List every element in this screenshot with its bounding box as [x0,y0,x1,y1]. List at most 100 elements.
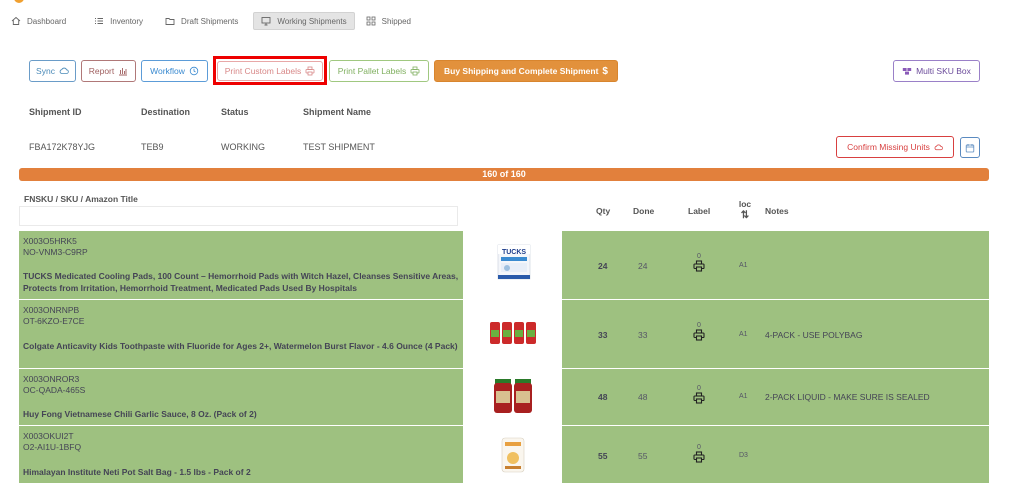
product-cell: X003ONROR3 OC-QADA-465S Huy Fong Vietnam… [19,369,463,425]
product-filter-input[interactable] [19,206,458,226]
app-logo [14,0,24,3]
report-button[interactable]: Report [81,60,136,82]
printer-icon [410,66,420,76]
row-values: 55 55 0 D3 [562,426,989,483]
destination-header: Destination [141,107,191,117]
printer-icon [305,66,315,76]
calendar-button[interactable] [960,137,980,158]
label-count: 0 [697,385,701,392]
nav-working-shipments[interactable]: Working Shipments [253,12,355,30]
folder-icon [165,18,175,25]
print-label-button[interactable]: 0 [689,444,709,463]
product-title: Himalayan Institute Neti Pot Salt Bag - … [23,467,251,477]
row-values: 24 24 0 A1 [562,231,989,299]
table-row[interactable]: X003O5HRK5 NO-VNM3-C9RP TUCKS Medicated … [19,231,989,299]
nav-dashboard-label: Dashboard [27,16,67,26]
fnsku: X003ONROR3 [23,374,80,384]
loc-header-label: loc [738,199,752,209]
buy-shipping-button[interactable]: Buy Shipping and Complete Shipment $ [434,60,618,82]
product-cell: X003ONRNPB OT-6KZO-E7CE Colgate Anticavi… [19,300,463,368]
list-icon [95,18,104,24]
sync-button[interactable]: Sync [29,60,76,82]
loc-value: A1 [739,393,748,400]
done-value: 24 [638,261,648,271]
print-custom-labels-button[interactable]: Print Custom Labels [217,61,323,81]
sku: OT-6KZO-E7CE [23,316,85,326]
boxes-icon [902,68,912,75]
notes-column-header: Notes [765,206,789,216]
loc-column-header[interactable]: loc ⇅ [738,199,752,221]
product-image-tucks: TUCKS [497,244,531,280]
done-value: 48 [638,392,648,402]
grid-icon [366,16,376,26]
print-pallet-label: Print Pallet Labels [337,66,407,76]
sort-icon: ⇅ [740,210,750,221]
sync-label: Sync [36,66,55,76]
workflow-button[interactable]: Workflow [141,60,208,82]
cloud-icon [934,144,943,150]
table-row[interactable]: X003OKUI2T O2-AI1U-1BFQ Himalayan Instit… [19,426,989,483]
table-row[interactable]: X003ONROR3 OC-QADA-465S Huy Fong Vietnam… [19,369,989,425]
progress-label: 160 of 160 [482,169,526,179]
printer-icon [693,392,705,404]
shipment-name-header: Shipment Name [303,107,372,117]
report-label: Report [88,66,115,76]
note-value: 4-PACK - USE POLYBAG [765,330,863,340]
printer-icon [693,260,705,272]
loc-value: A1 [739,331,748,338]
workflow-label: Workflow [150,66,185,76]
confirm-missing-label: Confirm Missing Units [847,142,930,152]
qty-value: 33 [598,330,608,340]
fnsku: X003OKUI2T [23,431,74,441]
shipment-id-header: Shipment ID [29,107,82,117]
label-column-header: Label [688,206,711,216]
top-nav: Dashboard Inventory Draft Shipments Work… [0,10,418,32]
loc-value: D3 [739,452,748,459]
shipment-name-value: TEST SHIPMENT [303,142,375,152]
print-pallet-labels-button[interactable]: Print Pallet Labels [329,60,429,82]
nav-dashboard[interactable]: Dashboard [4,12,73,30]
row-values: 33 33 0 A1 4-PACK - USE POLYBAG [562,300,989,368]
print-label-button[interactable]: 0 [689,253,709,272]
fnsku: X003O5HRK5 [23,236,77,246]
done-value: 33 [638,330,648,340]
loc-value: A1 [739,262,748,269]
product-column-header: FNSKU / SKU / Amazon Title [24,194,138,204]
nav-shipped[interactable]: Shipped [359,12,418,30]
note-value: 2-PACK LIQUID - MAKE SURE IS SEALED [765,392,930,402]
done-value: 55 [638,451,648,461]
label-count: 0 [697,322,701,329]
sku: OC-QADA-465S [23,385,86,395]
calendar-icon [965,143,975,152]
shipment-id-value: FBA172K78YJG [29,142,96,152]
done-column-header[interactable]: Done [633,206,654,216]
clock-icon [189,66,199,76]
print-label-button[interactable]: 0 [689,385,709,404]
product-cell: X003OKUI2T O2-AI1U-1BFQ Himalayan Instit… [19,426,463,483]
bar-chart-icon [119,68,128,76]
home-icon [11,16,21,25]
row-values: 48 48 0 A1 2-PACK LIQUID - MAKE SURE IS … [562,369,989,425]
table-row[interactable]: X003ONRNPB OT-6KZO-E7CE Colgate Anticavi… [19,300,989,368]
status-value: WORKING [221,142,265,152]
product-image-salt-bag [501,437,525,473]
nav-draft-label: Draft Shipments [181,16,239,26]
print-label-button[interactable]: 0 [689,322,709,341]
monitor-icon [261,17,271,26]
product-cell: X003O5HRK5 NO-VNM3-C9RP TUCKS Medicated … [19,231,463,299]
nav-working-label: Working Shipments [277,16,347,26]
nav-draft-shipments[interactable]: Draft Shipments [158,12,245,30]
qty-column-header[interactable]: Qty [596,206,610,216]
fnsku: X003ONRNPB [23,305,80,315]
confirm-missing-units-button[interactable]: Confirm Missing Units [836,136,954,158]
cloud-sync-icon [59,67,69,74]
product-image-colgate [490,322,536,344]
dollar-icon: $ [602,65,608,77]
destination-value: TEB9 [141,142,164,152]
product-title: Huy Fong Vietnamese Chili Garlic Sauce, … [23,409,257,419]
multi-sku-box-button[interactable]: Multi SKU Box [893,60,980,82]
print-custom-label: Print Custom Labels [224,66,302,76]
nav-inventory[interactable]: Inventory [87,12,150,30]
label-count: 0 [697,444,701,451]
qty-value: 48 [598,392,608,402]
